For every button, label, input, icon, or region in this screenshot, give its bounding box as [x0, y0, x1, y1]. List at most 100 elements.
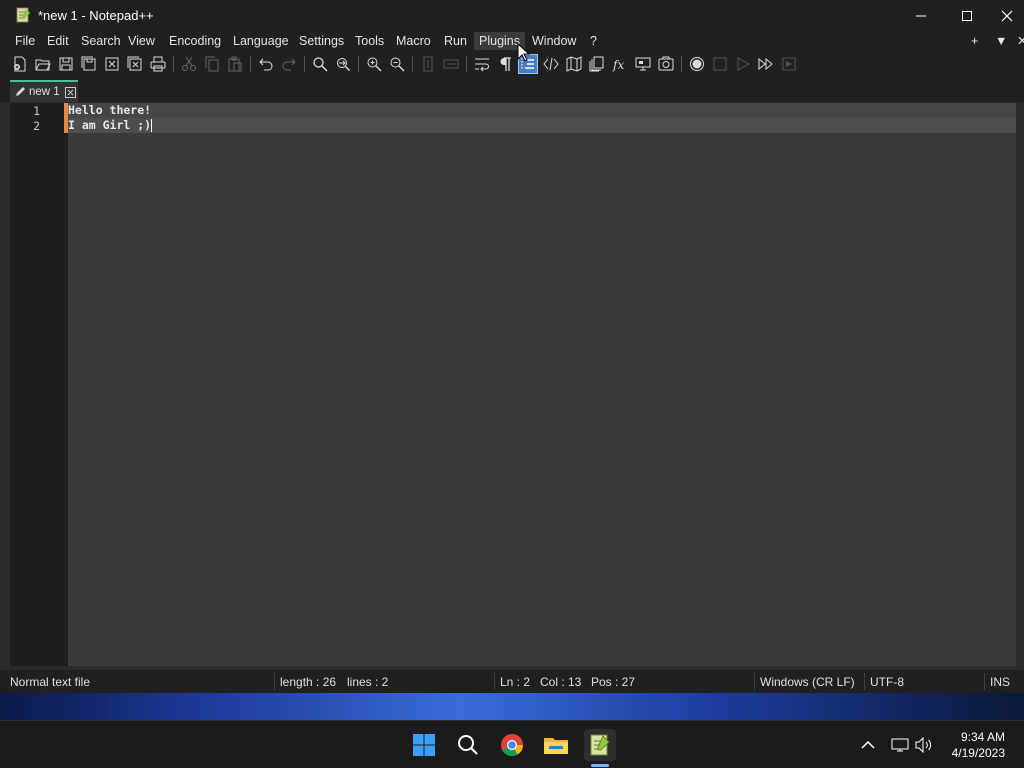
search-icon[interactable] — [452, 729, 484, 761]
document-list-icon[interactable] — [587, 54, 607, 74]
close-window-button[interactable] — [990, 0, 1024, 31]
open-file-icon[interactable] — [33, 54, 53, 74]
notepadpp-window: *new 1 - Notepad++ File Edit Search View… — [0, 0, 1024, 693]
notepadpp-icon[interactable] — [584, 729, 616, 761]
minimize-icon — [916, 15, 926, 16]
folder-as-workspace-icon[interactable] — [633, 54, 653, 74]
line-number: 1 — [33, 104, 40, 118]
title-bar: *new 1 - Notepad++ — [0, 0, 1024, 31]
menu-language[interactable]: Language — [228, 32, 294, 50]
status-file-type: Normal text file — [10, 675, 91, 689]
text-editor[interactable]: 1 2 Hello there! I am Girl ;) — [10, 103, 1016, 666]
windows-start-icon[interactable] — [408, 729, 440, 761]
tab-strip: new 1 — [0, 76, 1024, 102]
save-all-icon[interactable] — [79, 54, 99, 74]
undo-icon[interactable] — [256, 54, 276, 74]
redo-icon[interactable] — [279, 54, 299, 74]
close-tab-button[interactable]: ✕ — [1012, 32, 1024, 50]
zoom-in-icon[interactable] — [364, 54, 384, 74]
close-all-icon[interactable] — [125, 54, 145, 74]
desktop-wallpaper — [0, 690, 1024, 720]
menu-encoding[interactable]: Encoding — [164, 32, 226, 50]
clock-time: 9:34 AM — [960, 730, 1005, 744]
sync-vertical-icon[interactable] — [418, 54, 438, 74]
network-icon[interactable] — [890, 735, 910, 755]
paste-icon[interactable] — [225, 54, 245, 74]
window-title: *new 1 - Notepad++ — [38, 8, 154, 23]
line-text: I am Girl ;) — [68, 118, 152, 132]
show-all-characters-icon[interactable] — [495, 54, 515, 74]
sync-horizontal-icon[interactable] — [441, 54, 461, 74]
record-macro-icon[interactable] — [687, 54, 707, 74]
document-map-icon[interactable] — [564, 54, 584, 74]
menu-bar: File Edit Search View Encoding Language … — [0, 31, 1024, 51]
close-tab-icon[interactable] — [64, 86, 76, 98]
save-icon[interactable] — [56, 54, 76, 74]
menu-run[interactable]: Run — [439, 32, 472, 50]
close-icon — [1001, 10, 1013, 21]
status-separator — [984, 673, 985, 690]
status-insert-mode[interactable]: INS — [990, 675, 1010, 689]
replace-icon[interactable] — [333, 54, 353, 74]
stop-recording-icon[interactable] — [710, 54, 730, 74]
status-separator — [274, 673, 275, 690]
vertical-scrollbar[interactable] — [1016, 103, 1024, 666]
print-icon[interactable] — [148, 54, 168, 74]
chrome-icon[interactable] — [496, 729, 528, 761]
system-clock[interactable]: 9:34 AM 4/19/2023 — [952, 729, 1005, 761]
text-caret — [151, 119, 153, 132]
menu-settings[interactable]: Settings — [294, 32, 349, 50]
status-separator — [494, 673, 495, 690]
word-wrap-icon[interactable] — [472, 54, 492, 74]
mouse-pointer-icon — [517, 43, 531, 62]
menu-edit[interactable]: Edit — [42, 32, 74, 50]
cut-icon[interactable] — [179, 54, 199, 74]
notepadpp-app-icon — [16, 7, 30, 23]
maximize-button[interactable] — [944, 0, 990, 31]
line-number: 2 — [33, 119, 40, 133]
tab-new-1[interactable]: new 1 — [10, 80, 78, 102]
toolbar-separator — [304, 56, 305, 72]
status-lines: lines : 2 — [347, 675, 389, 689]
status-eol-format[interactable]: Windows (CR LF) — [760, 675, 855, 689]
toolbar-separator — [358, 56, 359, 72]
status-column: Col : 13 — [540, 675, 582, 689]
menu-file[interactable]: File — [10, 32, 40, 50]
tab-list-button[interactable]: ▼ — [990, 32, 1012, 50]
play-macro-icon[interactable] — [733, 54, 753, 74]
file-explorer-icon[interactable] — [540, 729, 572, 761]
tab-label: new 1 — [29, 86, 60, 98]
status-encoding[interactable]: UTF-8 — [870, 675, 904, 689]
zoom-out-icon[interactable] — [387, 54, 407, 74]
new-file-icon[interactable] — [10, 54, 30, 74]
menu-tools[interactable]: Tools — [350, 32, 389, 50]
monitoring-icon[interactable] — [656, 54, 676, 74]
function-list-icon[interactable]: fx — [610, 54, 630, 74]
toolbar-separator — [466, 56, 467, 72]
chevron-up-icon[interactable] — [858, 735, 878, 755]
status-position: Pos : 27 — [591, 675, 636, 689]
toolbar: fx — [0, 51, 1024, 76]
menu-view[interactable]: View — [123, 32, 160, 50]
new-tab-button[interactable]: + — [966, 32, 983, 50]
toolbar-separator — [681, 56, 682, 72]
xml-tag-icon[interactable] — [541, 54, 561, 74]
save-macro-icon[interactable] — [779, 54, 799, 74]
close-file-icon[interactable] — [102, 54, 122, 74]
volume-icon[interactable] — [914, 735, 934, 755]
code-line[interactable]: Hello there! — [68, 103, 1016, 118]
code-line-current[interactable]: I am Girl ;) — [68, 118, 1016, 133]
find-icon[interactable] — [310, 54, 330, 74]
line-number-gutter: 1 2 — [10, 103, 68, 666]
menu-help[interactable]: ? — [585, 32, 602, 50]
status-separator — [754, 673, 755, 690]
copy-icon[interactable] — [202, 54, 222, 74]
minimize-button[interactable] — [898, 0, 944, 31]
run-macro-multiple-icon[interactable] — [756, 54, 776, 74]
status-bar: Normal text file length : 26 lines : 2 L… — [0, 670, 1024, 693]
menu-macro[interactable]: Macro — [391, 32, 436, 50]
toolbar-separator — [173, 56, 174, 72]
menu-window[interactable]: Window — [527, 32, 581, 50]
menu-search[interactable]: Search — [76, 32, 126, 50]
clock-date: 4/19/2023 — [951, 746, 1005, 760]
